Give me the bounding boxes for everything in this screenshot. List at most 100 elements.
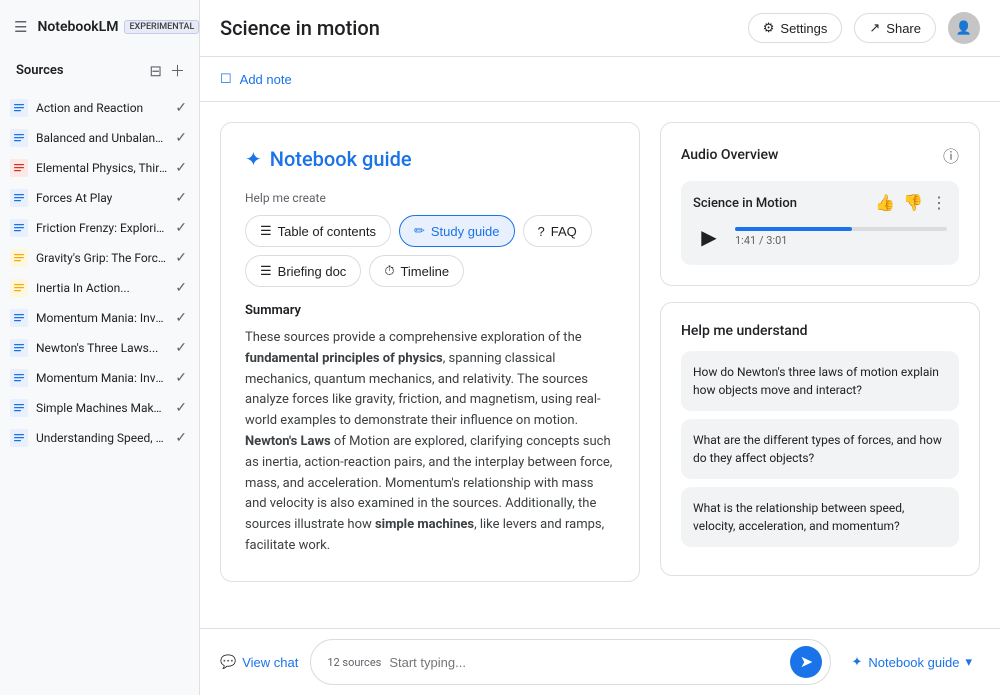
source-check-icon: ✓ (175, 310, 187, 326)
list-item[interactable]: Action and Reaction ✓ (0, 93, 199, 123)
create-briefing-button[interactable]: ☰ Briefing doc (245, 255, 361, 287)
list-item[interactable]: Elemental Physics, Third... ✓ (0, 153, 199, 183)
audio-controls: 👍 👎 ⋮ (875, 193, 947, 213)
add-note-bar: ☐ Add note (200, 57, 1000, 102)
info-icon[interactable]: ⓘ (943, 143, 959, 167)
faq-label: FAQ (551, 224, 577, 239)
audio-header: Audio Overview ⓘ (681, 143, 959, 167)
source-type-icon (10, 159, 28, 177)
play-button[interactable]: ▶ (693, 221, 725, 253)
page-title: Science in motion (220, 16, 380, 40)
source-check-icon: ✓ (175, 250, 187, 266)
list-item[interactable]: Understanding Speed, Ve... ✓ (0, 423, 199, 453)
create-timeline-button[interactable]: ⏱Timeline (369, 255, 464, 287)
source-label: Forces At Play (36, 191, 167, 205)
list-item[interactable]: Balanced and Unbalance... ✓ (0, 123, 199, 153)
menu-icon[interactable]: ☰ (12, 16, 29, 38)
guide-title: ✦ Notebook guide (245, 147, 615, 171)
source-label: Understanding Speed, Ve... (36, 431, 167, 445)
list-item[interactable]: Momentum Mania: Inves... ✓ (0, 303, 199, 333)
briefing-icon: ☰ (260, 263, 272, 279)
list-item[interactable]: Newton's Three Laws... ✓ (0, 333, 199, 363)
sources-title: Sources (16, 63, 64, 78)
toc-icon: ☰ (260, 223, 272, 239)
chevron-down-icon: ▾ (965, 654, 972, 670)
chat-input[interactable] (389, 655, 782, 670)
briefing-label: Briefing doc (278, 264, 347, 279)
understand-question[interactable]: What are the different types of forces, … (681, 419, 959, 479)
summary-title: Summary (245, 303, 615, 318)
guide-title-text: Notebook guide (270, 147, 412, 171)
list-item[interactable]: Gravity's Grip: The Force... ✓ (0, 243, 199, 273)
right-panel: Audio Overview ⓘ Science in Motion 👍 👎 ⋮… (660, 122, 980, 608)
create-study-button[interactable]: ✏Study guide (399, 215, 515, 247)
topbar-actions: ⚙ Settings ↗ Share 👤 (748, 12, 980, 44)
source-check-icon: ✓ (175, 100, 187, 116)
view-chat-button[interactable]: 💬 View chat (220, 654, 298, 670)
source-label: Inertia In Action... (36, 281, 167, 295)
source-label: Momentum Mania: Inves... (36, 311, 167, 325)
understand-question[interactable]: What is the relationship between speed, … (681, 487, 959, 547)
source-type-icon (10, 279, 28, 297)
source-type-icon (10, 369, 28, 387)
add-note-button[interactable]: ☐ Add note (220, 67, 292, 91)
audio-track-title: Science in Motion (693, 196, 797, 211)
more-options-button[interactable]: ⋮ (931, 193, 947, 213)
source-label: Elemental Physics, Third... (36, 161, 167, 175)
understand-question[interactable]: How do Newton's three laws of motion exp… (681, 351, 959, 411)
share-label: Share (886, 21, 921, 36)
source-label: Newton's Three Laws... (36, 341, 167, 355)
source-label: Momentum Mania: Inves... (36, 371, 167, 385)
time-total: 3:01 (766, 234, 787, 247)
list-item[interactable]: Forces At Play ✓ (0, 183, 199, 213)
filter-icon[interactable]: ⊟ (147, 60, 164, 82)
source-check-icon: ✓ (175, 370, 187, 386)
understand-box: Help me understand How do Newton's three… (660, 302, 980, 576)
notebook-guide-footer-button[interactable]: ✦ Notebook guide ▾ (843, 650, 980, 674)
chat-icon: 💬 (220, 654, 236, 670)
view-chat-label: View chat (242, 655, 298, 670)
sources-count: 12 sources (327, 656, 381, 669)
create-toc-button[interactable]: ☰Table of contents (245, 215, 391, 247)
avatar[interactable]: 👤 (948, 12, 980, 44)
topbar: Science in motion ⚙ Settings ↗ Share 👤 (200, 0, 1000, 57)
share-button[interactable]: ↗ Share (854, 13, 936, 43)
understand-title: Help me understand (681, 323, 959, 339)
list-item[interactable]: Inertia In Action... ✓ (0, 273, 199, 303)
star-icon: ✦ (245, 147, 262, 171)
bottom-bar: 💬 View chat 12 sources ➤ ✦ Notebook guid… (200, 628, 1000, 695)
source-check-icon: ✓ (175, 430, 187, 446)
study-label: Study guide (431, 224, 500, 239)
time-label: 1:41 / 3:01 (735, 234, 947, 247)
send-button[interactable]: ➤ (790, 646, 822, 678)
source-label: Action and Reaction (36, 101, 167, 115)
faq-icon: ? (538, 224, 545, 239)
progress-bar-container[interactable]: 1:41 / 3:01 (735, 227, 947, 247)
summary-text: These sources provide a comprehensive ex… (245, 328, 615, 557)
star-icon-footer: ✦ (851, 654, 862, 670)
list-item[interactable]: Momentum Mania: Inves... ✓ (0, 363, 199, 393)
source-label: Gravity's Grip: The Force... (36, 251, 167, 265)
list-item[interactable]: Friction Frenzy: Explorin... ✓ (0, 213, 199, 243)
source-label: Balanced and Unbalance... (36, 131, 167, 145)
add-source-icon[interactable]: ＋ (168, 58, 187, 83)
source-type-icon (10, 399, 28, 417)
source-type-icon (10, 249, 28, 267)
create-faq-button[interactable]: ? FAQ (523, 215, 592, 247)
chat-input-container: 12 sources ➤ (310, 639, 831, 685)
thumbs-up-button[interactable]: 👍 (875, 193, 895, 213)
share-icon: ↗ (869, 20, 880, 36)
source-type-icon (10, 129, 28, 147)
sources-actions: ⊟ ＋ (147, 58, 187, 83)
progress-bar-bg (735, 227, 947, 231)
list-item[interactable]: Simple Machines Make... ✓ (0, 393, 199, 423)
add-note-icon: ☐ (220, 71, 232, 87)
source-type-icon (10, 429, 28, 447)
source-check-icon: ✓ (175, 160, 187, 176)
settings-button[interactable]: ⚙ Settings (748, 13, 843, 43)
audio-title-row: Science in Motion 👍 👎 ⋮ (693, 193, 947, 213)
source-check-icon: ✓ (175, 190, 187, 206)
source-check-icon: ✓ (175, 400, 187, 416)
notebook-guide-footer-label: Notebook guide (868, 655, 959, 670)
thumbs-down-button[interactable]: 👎 (903, 193, 923, 213)
